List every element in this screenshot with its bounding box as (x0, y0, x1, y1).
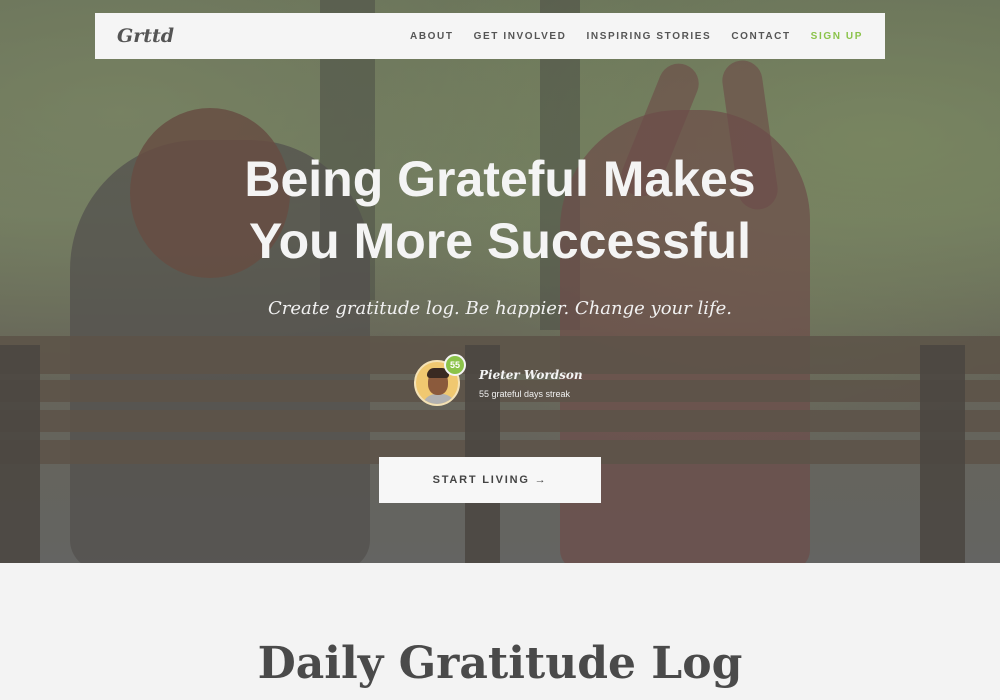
hero-headline-line-1: Being Grateful Makes (244, 151, 756, 207)
logo[interactable]: Grttd (117, 25, 174, 47)
nav-links: ABOUT GET INVOLVED INSPIRING STORIES CON… (410, 31, 863, 42)
hero-section: Grttd ABOUT GET INVOLVED INSPIRING STORI… (0, 0, 1000, 563)
section-title: Daily Gratitude Log (257, 638, 743, 689)
nav-link-get-involved[interactable]: GET INVOLVED (474, 31, 567, 42)
user-testimonial-card: 55 Pieter Wordson 55 grateful days strea… (414, 354, 614, 410)
nav-link-inspiring-stories[interactable]: INSPIRING STORIES (587, 31, 712, 42)
avatar-body (422, 394, 456, 404)
hero-headline-line-2: You More Successful (249, 213, 751, 269)
streak-count-badge: 55 (444, 354, 466, 376)
start-living-button[interactable]: START LIVING → (379, 457, 601, 503)
hero-tagline: Create gratitude log. Be happier. Change… (267, 298, 732, 319)
nav-link-about[interactable]: ABOUT (410, 31, 454, 42)
top-navbar: Grttd ABOUT GET INVOLVED INSPIRING STORI… (95, 13, 885, 59)
nav-link-contact[interactable]: CONTACT (731, 31, 790, 42)
nav-link-sign-up[interactable]: SIGN UP (811, 31, 863, 42)
user-name: Pieter Wordson (479, 368, 583, 382)
user-streak-text: 55 grateful days streak (479, 389, 571, 399)
hero-headline: Being Grateful Makes You More Successful (0, 148, 1000, 272)
